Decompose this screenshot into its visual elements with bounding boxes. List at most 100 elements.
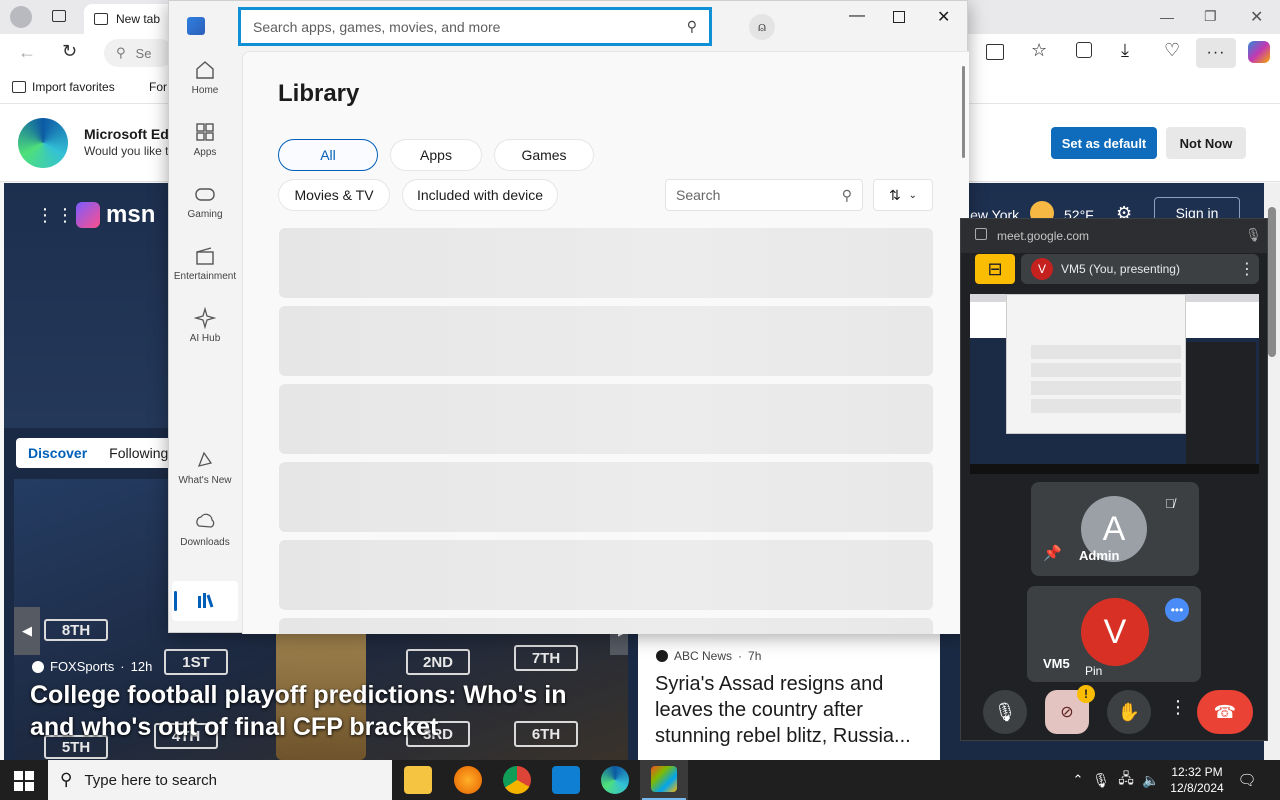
filter-included-with-device[interactable]: Included with device — [402, 179, 558, 211]
msn-logo[interactable]: msn — [76, 201, 155, 229]
leave-call-button[interactable]: ☎ — [1197, 690, 1253, 734]
set-as-default-button[interactable]: Set as default — [1051, 127, 1157, 159]
more-options-icon[interactable]: ⋮ — [1239, 259, 1259, 279]
nav-whats-new[interactable]: What's New — [169, 449, 241, 505]
nav-entertainment[interactable]: Entertainment — [169, 245, 241, 301]
home-icon — [196, 61, 214, 79]
content-scrollbar[interactable] — [962, 66, 965, 158]
store-search-placeholder: Search apps, games, movies, and more — [253, 18, 501, 35]
tab-discover[interactable]: Discover — [28, 445, 87, 461]
sort-dropdown[interactable]: ⇅ ⌄ — [873, 179, 933, 211]
pin-label[interactable]: Pin — [1085, 664, 1102, 678]
edge-icon[interactable] — [601, 766, 629, 794]
folder-import-icon — [12, 81, 26, 93]
volume-icon[interactable]: 🔈 — [1140, 760, 1162, 800]
split-screen-icon[interactable] — [986, 44, 1004, 60]
nav-apps-label: Apps — [193, 147, 217, 158]
meet-activities-icon[interactable]: ⊟ — [975, 254, 1015, 284]
hero-source-name: FOXSports — [50, 659, 115, 674]
nav-gaming[interactable]: Gaming — [169, 183, 241, 239]
network-icon[interactable]: 🖧 — [1114, 760, 1138, 800]
favorites-icon[interactable]: ☆ — [1031, 40, 1047, 61]
not-now-button[interactable]: Not Now — [1166, 127, 1246, 159]
nav-ai-hub[interactable]: AI Hub — [169, 307, 241, 363]
scrollbar-thumb[interactable] — [1268, 207, 1276, 357]
nav-apps[interactable]: Apps — [169, 121, 241, 177]
windows-taskbar: ⚲ Type here to search ⌃ 🎙 🖧 🔈 12:32 PM 1… — [0, 760, 1280, 800]
browser-essentials-icon[interactable]: ♡ — [1164, 40, 1180, 61]
notifications-icon[interactable]: 🗨 — [1234, 760, 1260, 800]
search-icon[interactable]: ⚲ — [687, 18, 697, 35]
library-placeholder-row — [279, 618, 933, 634]
minimize-icon[interactable]: — — [849, 7, 865, 25]
vm5-name: VM5 — [1043, 656, 1070, 671]
windows-start-icon[interactable] — [14, 771, 34, 791]
import-favorites-link[interactable]: Import favorites — [12, 80, 115, 94]
back-icon[interactable]: ← — [18, 42, 36, 63]
apps-icon — [196, 123, 214, 141]
store-taskbar-active[interactable] — [640, 760, 688, 800]
participant-more-icon[interactable]: ••• — [1165, 598, 1189, 622]
file-explorer-icon[interactable] — [404, 766, 432, 794]
mic-button[interactable]: 🎙 — [983, 690, 1027, 734]
side-story-card[interactable]: ABC News · 7h Syria's Assad resigns and … — [638, 633, 940, 760]
profile-avatar[interactable] — [10, 6, 32, 28]
account-icon[interactable]: ⍝ — [749, 14, 775, 40]
filter-movies-tv[interactable]: Movies & TV — [278, 179, 390, 211]
nav-home[interactable]: Home — [169, 59, 241, 115]
maximize-icon[interactable] — [893, 11, 905, 23]
hero-headline[interactable]: College football playoff predictions: Wh… — [30, 679, 610, 743]
rank-label-1: 1ST — [164, 649, 228, 675]
search-icon[interactable]: ⚲ — [842, 187, 852, 204]
tab-actions-icon[interactable] — [52, 10, 66, 22]
library-search-input[interactable]: Search ⚲ — [665, 179, 863, 211]
nav-whats-new-label: What's New — [178, 475, 232, 486]
minimize-icon[interactable]: — — [1160, 9, 1174, 25]
pin-icon[interactable]: 📌 — [1043, 544, 1062, 562]
restore-icon[interactable]: ❐ — [1204, 8, 1217, 25]
carousel-prev-icon[interactable]: ◀ — [14, 607, 40, 655]
raise-hand-button[interactable]: ✋ — [1107, 690, 1151, 734]
whats-new-icon — [197, 451, 213, 467]
preview-row — [1031, 381, 1181, 395]
library-icon — [198, 593, 214, 608]
filter-all[interactable]: All — [278, 139, 378, 171]
settings-more-icon[interactable]: ··· — [1196, 38, 1236, 68]
nav-library[interactable] — [172, 581, 238, 621]
address-input[interactable]: ⚲ Se — [104, 39, 174, 67]
library-content: Library All Apps Games Movies & TV Inclu… — [242, 51, 969, 634]
side-headline[interactable]: Syria's Assad resigns and leaves the cou… — [655, 671, 931, 749]
participant-tile-admin[interactable]: A Admin 🎙̸ 📌 — [1031, 482, 1199, 576]
nav-entertainment-label: Entertainment — [173, 271, 237, 282]
close-icon[interactable]: ✕ — [937, 7, 950, 27]
pip-window-icon — [975, 228, 987, 240]
tray-chevron-up-icon[interactable]: ⌃ — [1068, 760, 1088, 800]
favorites-folder[interactable]: For — [149, 80, 167, 94]
nav-downloads[interactable]: Downloads — [169, 511, 241, 567]
tray-mic-icon[interactable]: 🎙 — [1092, 760, 1110, 800]
close-icon[interactable]: ✕ — [1250, 7, 1263, 27]
firefox-icon[interactable] — [454, 766, 482, 794]
feed-tabs: Discover Following — [16, 438, 186, 468]
taskbar-search-placeholder: Type here to search — [84, 771, 218, 789]
chrome-icon[interactable] — [503, 766, 531, 794]
downloads-icon[interactable]: ⤓ — [1121, 40, 1129, 61]
meet-pip-window: meet.google.com 🎙 ⊟ V VM5 (You, presenti… — [960, 218, 1268, 741]
filter-apps[interactable]: Apps — [390, 139, 482, 171]
msn-logo-icon — [76, 202, 100, 228]
more-controls-icon[interactable]: ⋮ — [1169, 697, 1187, 718]
refresh-icon[interactable]: ↻ — [62, 41, 77, 62]
vm5-avatar: V — [1081, 598, 1149, 666]
store-search-input[interactable]: Search apps, games, movies, and more ⚲ — [238, 7, 712, 46]
filter-games[interactable]: Games — [494, 139, 594, 171]
collections-icon[interactable] — [1076, 42, 1092, 58]
taskbar-clock[interactable]: 12:32 PM 12/8/2024 — [1166, 764, 1228, 796]
participant-tile-vm5[interactable]: V VM5 Pin ••• — [1027, 586, 1201, 682]
tab-following[interactable]: Following — [109, 445, 168, 461]
copilot-icon[interactable] — [1248, 41, 1270, 63]
camera-off-icon: ⊘ — [1060, 704, 1074, 721]
nav-downloads-label: Downloads — [180, 537, 230, 548]
remote-desktop-icon[interactable] — [552, 766, 580, 794]
taskbar-search[interactable]: ⚲ Type here to search — [48, 760, 392, 800]
hang-up-icon: ☎ — [1213, 701, 1237, 722]
